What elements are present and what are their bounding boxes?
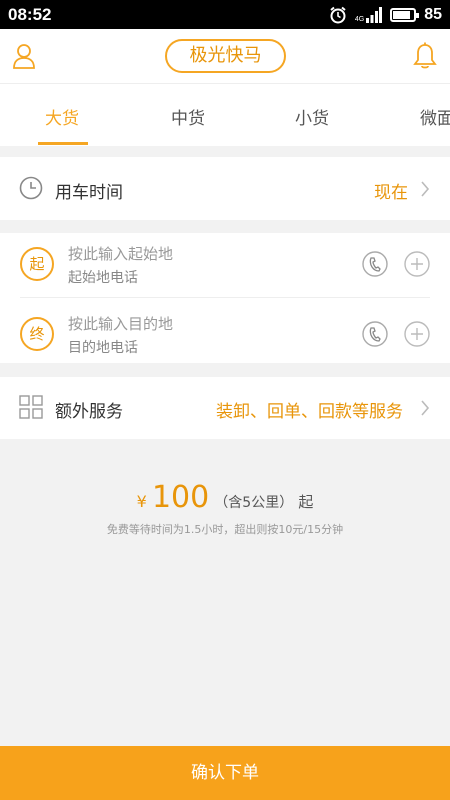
currency-symbol: ¥ (136, 492, 147, 511)
tab-small-truck[interactable]: 小货 (295, 104, 329, 129)
extra-service-row[interactable]: 额外服务 装卸、回单、回款等服务 (0, 377, 450, 439)
signal-group: 4G (354, 6, 383, 23)
price-value: 100 (151, 480, 210, 515)
status-time: 08:52 (8, 4, 52, 24)
use-time-row[interactable]: 用车时间 现在 (0, 157, 450, 220)
price-note: （含5公里） (214, 495, 294, 511)
app-header: 极光快马 (0, 29, 450, 84)
phone-icon[interactable] (362, 321, 388, 347)
destination-phone-input[interactable]: 目的地电话 (68, 337, 138, 357)
confirm-order-button[interactable]: 确认下单 (0, 746, 450, 800)
clock-icon (19, 176, 43, 200)
bell-icon[interactable] (412, 42, 438, 70)
price-suffix: 起 (298, 493, 314, 511)
tab-minivan[interactable]: 微面 (420, 104, 450, 129)
signal-icon (366, 6, 383, 23)
chevron-right-icon (421, 400, 430, 416)
divider (20, 297, 430, 298)
use-time-label: 用车时间 (55, 183, 123, 203)
address-card: 起 按此输入起始地 起始地电话 终 按此输入目的地 目的地电话 (0, 233, 450, 363)
status-bar: 08:52 4G 85 (0, 0, 450, 29)
alarm-icon (330, 6, 346, 23)
destination-input[interactable]: 按此输入目的地 (68, 313, 173, 334)
add-circle-icon[interactable] (404, 251, 430, 277)
grid-icon (19, 395, 43, 419)
destination-badge: 终 (20, 317, 54, 351)
battery-icon (390, 7, 420, 22)
network-type: 4G (354, 15, 365, 23)
price-summary: ¥ 100 （含5公里） 起 (0, 480, 450, 515)
extra-service-label: 额外服务 (55, 402, 123, 422)
battery-percent: 85 (424, 5, 442, 23)
origin-badge: 起 (20, 247, 54, 281)
tab-large-truck[interactable]: 大货 (45, 104, 79, 129)
chevron-right-icon (421, 181, 430, 197)
tab-active-indicator (38, 142, 88, 145)
status-indicators: 4G 85 (329, 6, 442, 24)
add-circle-icon[interactable] (404, 321, 430, 347)
vehicle-tabs: 大货 中货 小货 微面 (0, 84, 450, 146)
user-icon[interactable] (12, 42, 36, 70)
phone-icon[interactable] (362, 251, 388, 277)
extra-service-value[interactable]: 装卸、回单、回款等服务 (216, 397, 403, 422)
waiting-fee-note: 免费等待时间为1.5小时，超出则按10元/15分钟 (106, 523, 344, 536)
app-title: 极光快马 (165, 39, 286, 73)
tab-medium-truck[interactable]: 中货 (171, 104, 205, 129)
origin-phone-input[interactable]: 起始地电话 (68, 267, 138, 287)
origin-input[interactable]: 按此输入起始地 (68, 243, 173, 264)
use-time-value[interactable]: 现在 (374, 178, 408, 203)
